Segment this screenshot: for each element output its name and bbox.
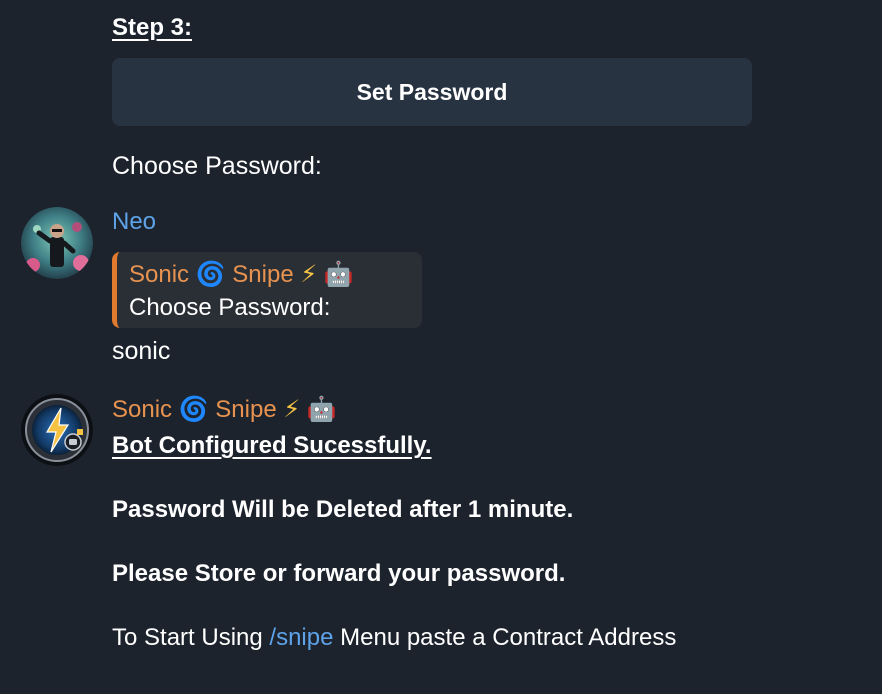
start-using-suffix: Menu paste a Contract Address	[340, 624, 677, 651]
user-sender-name[interactable]: Neo	[112, 208, 156, 236]
reply-sender-name-part1: Sonic	[129, 261, 190, 288]
lightning-icon: ⚡	[300, 260, 318, 288]
store-password-notice: Please Store or forward your password.	[112, 560, 566, 587]
set-password-button-label: Set Password	[356, 78, 508, 105]
user-avatar[interactable]	[21, 207, 93, 279]
cyclone-icon: 🌀	[178, 395, 209, 423]
step-title: Step 3:	[112, 14, 193, 41]
user-message-text: sonic	[112, 337, 171, 365]
start-using-prefix: To Start Using	[112, 624, 263, 651]
reply-quote[interactable]: Sonic 🌀 Snipe ⚡ 🤖 Choose Password:	[112, 252, 422, 328]
bot-sender-name[interactable]: Sonic 🌀 Snipe ⚡ 🤖	[112, 395, 337, 424]
reply-text: Choose Password:	[129, 294, 331, 321]
bot-sender-name-part2: Snipe	[215, 396, 277, 423]
reply-sender: Sonic 🌀 Snipe ⚡ 🤖	[129, 256, 422, 293]
robot-icon: 🤖	[323, 260, 354, 288]
neo-avatar-image	[21, 207, 93, 279]
cyclone-icon: 🌀	[195, 260, 226, 288]
set-password-button[interactable]: Set Password	[112, 58, 752, 126]
reply-sender-name-part2: Snipe	[232, 261, 294, 288]
snipe-command-link[interactable]: /snipe	[269, 624, 333, 651]
bot-configured-line: Bot Configured Sucessfully.	[112, 432, 432, 459]
bot-sender-name-part1: Sonic	[112, 396, 173, 423]
sonic-bot-avatar-image	[21, 394, 93, 466]
start-using-line: To Start Using /snipe Menu paste a Contr…	[112, 624, 676, 652]
choose-password-prompt: Choose Password:	[112, 152, 322, 180]
password-deletion-notice: Password Will be Deleted after 1 minute.	[112, 496, 574, 523]
bot-avatar[interactable]	[21, 394, 93, 466]
robot-icon: 🤖	[306, 395, 337, 423]
lightning-icon: ⚡	[283, 395, 301, 423]
chat-view: Step 3: Set Password Choose Password: Ne…	[0, 0, 882, 694]
